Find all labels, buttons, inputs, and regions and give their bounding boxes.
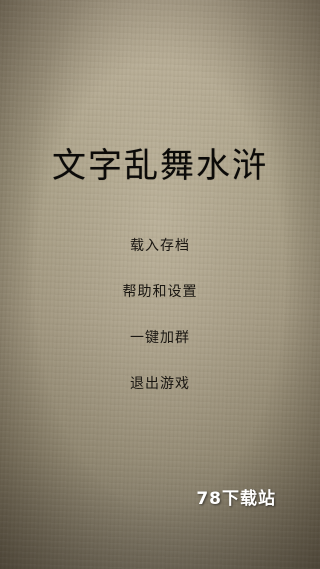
exit-game-button[interactable]: 退出游戏	[120, 374, 200, 420]
help-settings-button[interactable]: 帮助和设置	[113, 282, 208, 328]
load-save-button[interactable]: 载入存档	[120, 236, 200, 282]
main-menu: 载入存档 帮助和设置 一键加群 退出游戏	[0, 236, 320, 420]
site-watermark: 78下载站	[196, 489, 276, 509]
join-group-button[interactable]: 一键加群	[120, 328, 200, 374]
game-title: 文字乱舞水浒	[52, 146, 268, 186]
